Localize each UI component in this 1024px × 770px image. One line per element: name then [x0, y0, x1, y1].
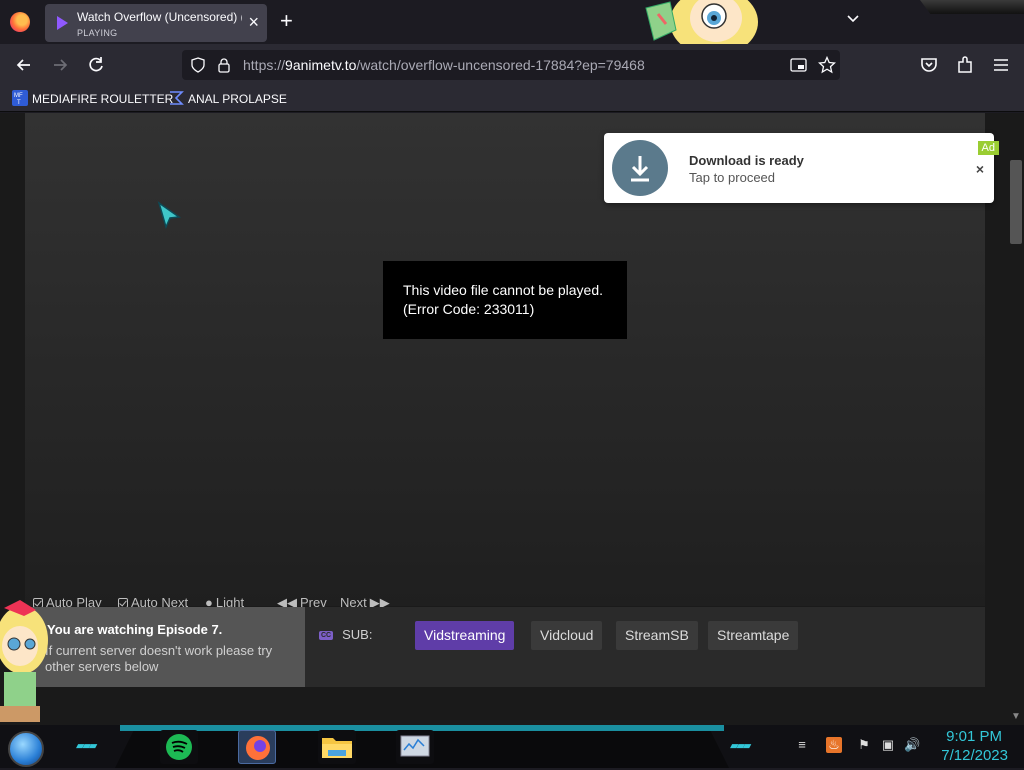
cartoon-character-image — [0, 600, 48, 722]
bookmarks-toolbar: MF T MEDIAFIRE ROULETTER ANAL PROLAPSE — [0, 86, 1024, 112]
page-scrollbar[interactable]: ▼ — [1008, 113, 1024, 725]
taskbar-app-task-manager[interactable] — [396, 730, 434, 764]
ad-badge: Ad — [977, 141, 999, 155]
navigation-toolbar: https://9animetv.to/watch/overflow-uncen… — [0, 44, 1024, 86]
error-code: (Error Code: 233011) — [403, 301, 535, 317]
new-tab-button[interactable]: + — [280, 10, 293, 32]
server-vidcloud[interactable]: Vidcloud — [531, 621, 603, 650]
bookmark-star-icon[interactable] — [818, 56, 836, 74]
decorative-chevrons: ▰▰▰ — [730, 740, 751, 752]
episode-note: If current server doesn't work please tr… — [45, 643, 273, 674]
ad-subtitle: Tap to proceed — [689, 170, 776, 185]
ad-title: Download is ready — [689, 153, 804, 168]
sigma-icon — [170, 91, 184, 105]
firefox-icon — [246, 736, 270, 760]
flag-icon[interactable]: ⚑ — [856, 737, 872, 753]
monitor-icon — [400, 735, 430, 757]
close-icon[interactable]: × — [976, 162, 984, 176]
svg-text:MF: MF — [14, 93, 23, 99]
pocket-icon[interactable] — [918, 54, 940, 76]
decorative-chevrons: ▰▰▰ — [76, 740, 97, 752]
video-error-message: This video file cannot be played. (Error… — [383, 261, 627, 339]
web-page: This video file cannot be played. (Error… — [0, 113, 1024, 725]
server-selector: You are watching Episode 7. If current s… — [25, 607, 985, 687]
window-frame-decoration — [920, 0, 1024, 14]
chevron-down-icon[interactable] — [846, 12, 860, 26]
sub-label: CC SUB: — [319, 627, 373, 642]
bookmark-anal-prolapse[interactable]: ANAL PROLAPSE — [168, 90, 287, 108]
taskbar-app-spotify[interactable] — [160, 730, 198, 764]
java-update-icon[interactable]: ♨ — [826, 737, 842, 753]
menu-icon[interactable] — [990, 54, 1012, 76]
server-streamtape[interactable]: Streamtape — [708, 621, 799, 650]
server-streamsb[interactable]: StreamSB — [616, 621, 698, 650]
server-vidstreaming[interactable]: Vidstreaming — [415, 621, 515, 650]
keyboard-icon[interactable]: ≡ — [794, 737, 810, 753]
taskbar: ▰▰▰ ▰▰▰ ≡ ♨ ⚑ ▣ 🔊 9:01 PM 7/12/2023 — [0, 725, 1024, 768]
tab-active[interactable]: Watch Overflow (Uncensored) ( PLAYING × — [45, 4, 267, 42]
taskbar-app-file-explorer[interactable] — [318, 730, 356, 764]
volume-icon[interactable]: 🔊 — [904, 737, 920, 753]
forward-arrow-icon[interactable] — [49, 54, 71, 76]
tab-title: Watch Overflow (Uncensored) ( — [77, 10, 242, 24]
svg-text:T: T — [17, 100, 21, 106]
ad-popup[interactable]: Download is ready Tap to proceed × Ad — [604, 133, 999, 203]
extensions-icon[interactable] — [954, 54, 976, 76]
tab-close-icon[interactable]: × — [248, 13, 259, 31]
download-icon — [612, 140, 668, 196]
scroll-down-arrow-icon[interactable]: ▼ — [1011, 711, 1021, 722]
scrollbar-thumb[interactable] — [1010, 160, 1022, 244]
folder-icon — [322, 738, 352, 758]
back-arrow-icon[interactable] — [13, 54, 35, 76]
clock-date[interactable]: 7/12/2023 — [934, 747, 1008, 764]
clock-time[interactable]: 9:01 PM — [940, 728, 1002, 745]
episode-title: You are watching Episode 7. — [47, 622, 223, 637]
episode-info: You are watching Episode 7. If current s… — [25, 607, 305, 687]
play-icon — [57, 16, 68, 30]
mouse-cursor-icon — [157, 201, 182, 230]
url-text[interactable]: https://9animetv.to/watch/overflow-uncen… — [243, 57, 645, 73]
bookmark-mediafire[interactable]: MF T MEDIAFIRE ROULETTER — [12, 90, 173, 108]
reload-icon[interactable] — [85, 54, 107, 76]
mediafire-icon: MFT — [12, 90, 28, 106]
tab-playing-label: PLAYING — [77, 28, 118, 38]
cc-icon: CC — [319, 631, 334, 640]
shield-icon[interactable] — [190, 57, 206, 73]
lock-icon[interactable] — [217, 57, 231, 73]
firefox-icon[interactable] — [10, 12, 30, 32]
error-text: This video file cannot be played. — [403, 282, 604, 298]
spotify-icon — [166, 734, 192, 760]
picture-in-picture-icon[interactable] — [790, 57, 807, 73]
address-bar[interactable]: https://9animetv.to/watch/overflow-uncen… — [182, 50, 840, 80]
taskbar-app-firefox[interactable] — [238, 730, 276, 764]
tab-bar: Watch Overflow (Uncensored) ( PLAYING × … — [0, 0, 1024, 56]
start-button[interactable] — [8, 731, 44, 767]
network-icon[interactable]: ▣ — [880, 737, 896, 753]
